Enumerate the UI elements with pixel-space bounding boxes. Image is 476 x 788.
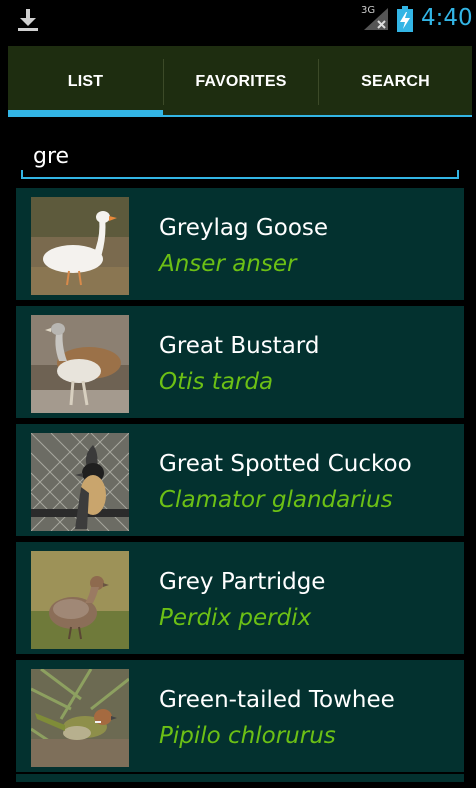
bird-thumbnail [31, 551, 129, 649]
list-item[interactable]: Great Spotted Cuckoo Clamator glandarius [16, 424, 464, 536]
status-bar: 3G 4:40 [0, 0, 476, 38]
search-underline-edge [457, 170, 459, 179]
tab-search-label: SEARCH [361, 72, 430, 90]
scientific-name: Pipilo chlorurus [159, 723, 336, 749]
list-item-partial[interactable] [16, 774, 464, 782]
tab-bar: LIST FAVORITES SEARCH [8, 46, 472, 117]
list-item[interactable]: Grey Partridge Perdix perdix [16, 542, 464, 654]
scientific-name: Perdix perdix [159, 605, 312, 631]
scientific-name: Anser anser [159, 251, 297, 277]
scientific-name: Clamator glandarius [159, 487, 393, 513]
tab-underline [163, 115, 472, 117]
bird-thumbnail [31, 669, 129, 767]
list-item[interactable]: Greylag Goose Anser anser [16, 188, 464, 300]
search-underline [21, 177, 459, 179]
active-tab-indicator [8, 110, 163, 117]
tab-list-label: LIST [67, 72, 104, 90]
scientific-name: Otis tarda [159, 369, 274, 395]
network-type-label: 3G [361, 5, 376, 16]
battery-charging-icon [397, 6, 413, 32]
bird-thumbnail [31, 197, 129, 295]
bird-thumbnail [31, 433, 129, 531]
list-item[interactable]: Green-tailed Towhee Pipilo chlorurus [16, 660, 464, 772]
common-name: Greylag Goose [159, 215, 329, 241]
common-name: Great Bustard [159, 333, 320, 359]
bird-thumbnail [31, 315, 129, 413]
tab-search[interactable]: SEARCH [319, 46, 472, 117]
clock: 4:40 [421, 5, 473, 31]
tab-favorites-label: FAVORITES [195, 72, 287, 90]
common-name: Grey Partridge [159, 569, 326, 595]
download-icon [18, 9, 38, 31]
search-underline-edge [21, 170, 23, 179]
list-item[interactable]: Great Bustard Otis tarda [16, 306, 464, 418]
common-name: Green-tailed Towhee [159, 687, 395, 713]
search-input[interactable] [22, 136, 458, 176]
tab-favorites[interactable]: FAVORITES [164, 46, 318, 117]
tab-list[interactable]: LIST [8, 46, 163, 117]
common-name: Great Spotted Cuckoo [159, 451, 412, 477]
